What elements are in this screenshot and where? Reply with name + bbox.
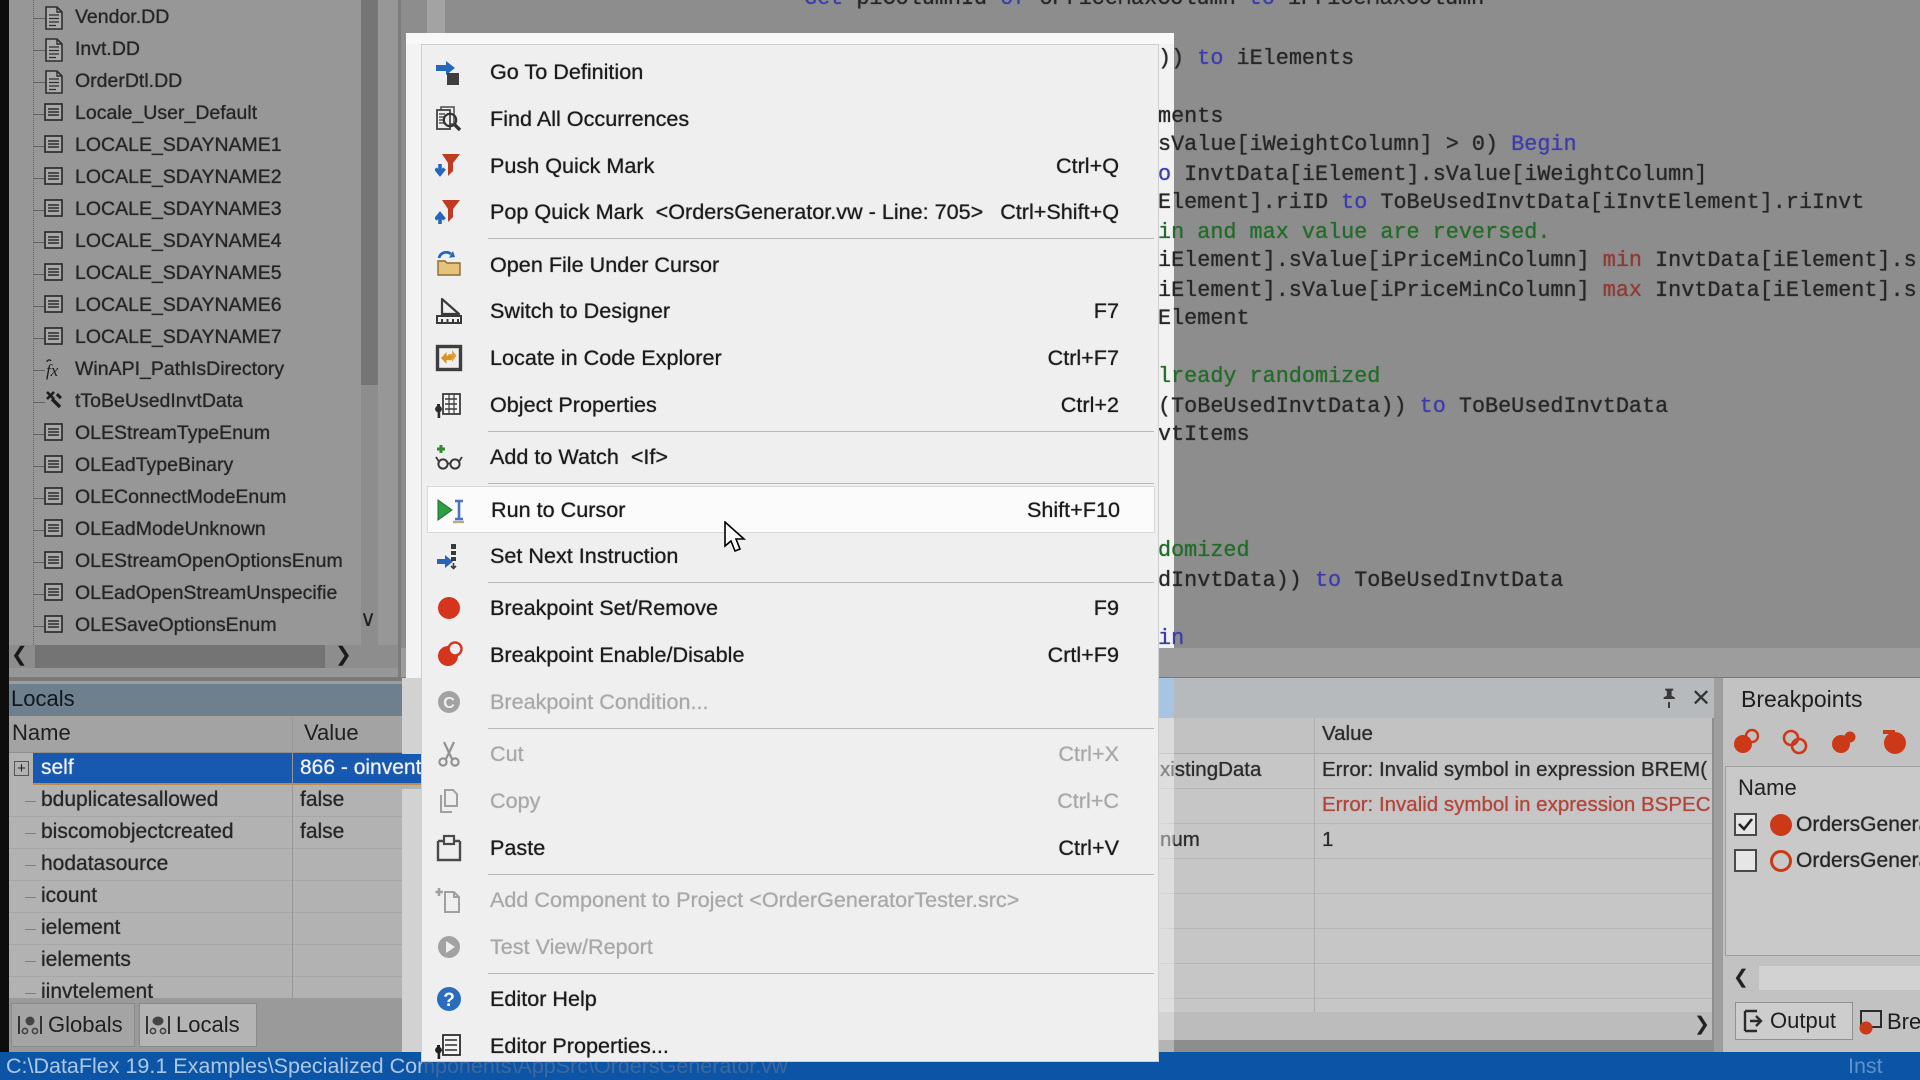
svg-text:fx: fx [46, 361, 59, 380]
svg-text:C: C [443, 695, 455, 712]
svg-text:?: ? [443, 990, 455, 1011]
